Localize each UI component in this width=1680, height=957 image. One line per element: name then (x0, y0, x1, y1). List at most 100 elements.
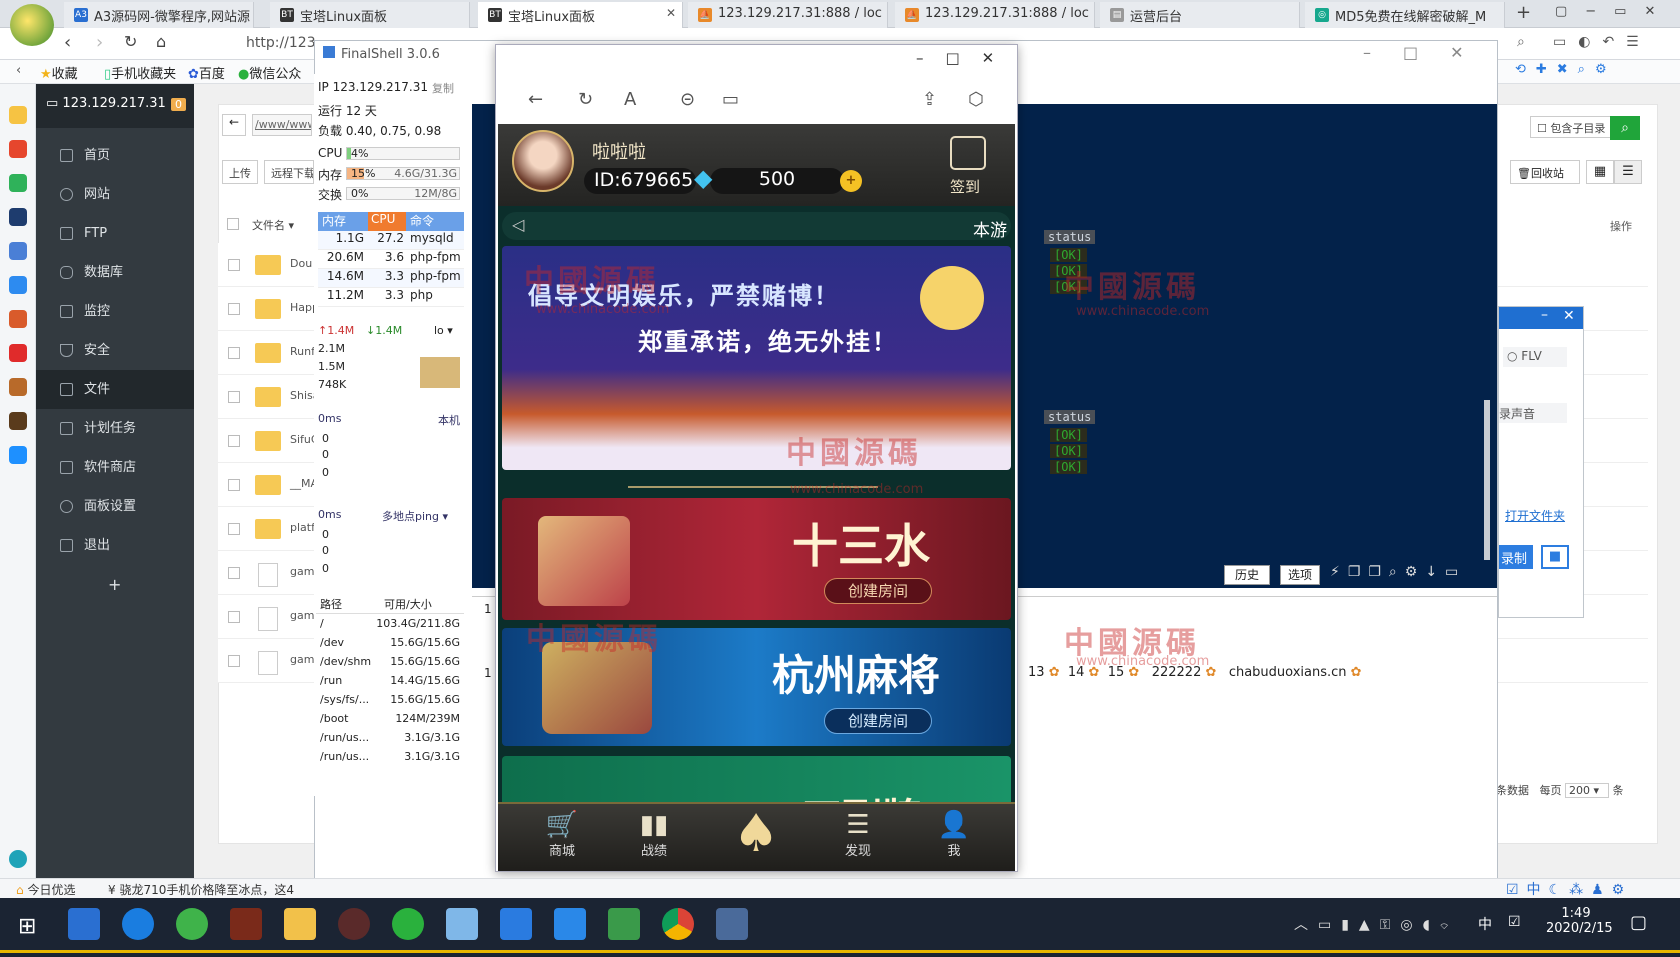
row-checkbox[interactable] (228, 655, 240, 667)
record-audio-option[interactable]: 录声音 (1499, 403, 1567, 423)
nav-play[interactable]: ♠ (724, 804, 788, 864)
row-checkbox[interactable] (228, 435, 240, 447)
menu-security[interactable]: 安全 (36, 331, 194, 370)
game-icon[interactable] (9, 412, 27, 430)
browser-icon[interactable] (176, 908, 208, 940)
game-icon[interactable] (9, 310, 27, 328)
back-arrow-icon[interactable]: ← (528, 89, 543, 110)
process-row[interactable]: 14.6M 3.3 php-fpm (318, 269, 464, 288)
message-badge[interactable]: 0 (171, 98, 186, 111)
add-menu-button[interactable]: + (36, 565, 194, 604)
weibo-icon[interactable] (9, 140, 27, 158)
browser-logo-icon[interactable] (10, 4, 54, 46)
disk-row[interactable]: /dev/shm 15.6G/15.6G (316, 652, 464, 671)
path-back-button[interactable]: ← (222, 114, 246, 136)
gear-icon[interactable]: ✿ (1049, 665, 1060, 680)
cube-icon[interactable]: ⬡ (968, 89, 984, 110)
word-app-icon[interactable] (554, 908, 586, 940)
row-checkbox[interactable] (228, 391, 240, 403)
tab-bt-1[interactable]: BT 宝塔Linux面板 (270, 2, 470, 28)
app-icon[interactable] (9, 208, 27, 226)
star-icon[interactable] (9, 106, 27, 124)
news-icon[interactable] (9, 344, 27, 362)
disk-row[interactable]: /run 14.4G/15.6G (316, 671, 464, 690)
nav-discover[interactable]: ☰ 发现 (830, 810, 886, 859)
create-room-button[interactable]: 创建房间 (824, 708, 932, 734)
game-app-icon[interactable] (230, 908, 262, 940)
process-row[interactable]: 20.6M 3.6 php-fpm (318, 250, 464, 269)
row-checkbox[interactable] (228, 259, 240, 271)
calendar-icon[interactable] (950, 136, 986, 170)
disk-row[interactable]: /boot 124M/239M (316, 709, 464, 728)
finalshell-icon[interactable] (716, 908, 748, 940)
k-app-icon[interactable] (122, 908, 154, 940)
search-button[interactable]: ⌕ (1610, 116, 1640, 140)
terminal-scrollbar[interactable] (1484, 400, 1490, 560)
sort-mem-header[interactable]: 内存 (318, 212, 368, 231)
sign-in-button[interactable]: 签到 (950, 176, 980, 197)
search-icon[interactable]: ⌕ (1517, 34, 1525, 50)
window-icon[interactable]: ▭ (722, 89, 739, 110)
create-room-button[interactable]: 创建房间 (824, 578, 932, 604)
menu-settings[interactable]: 面板设置 (36, 487, 194, 526)
menu-website[interactable]: 网站 (36, 175, 194, 214)
add-diamond-button[interactable]: + (840, 170, 862, 192)
game-card-shisanshui[interactable]: 十三水 创建房间 (502, 498, 1011, 620)
path-input[interactable]: /www/www (252, 114, 312, 136)
grid-view-button[interactable]: ▦ (1586, 160, 1614, 184)
favorite-item[interactable]: ★收藏 (40, 63, 78, 82)
close-tab-icon[interactable]: ✕ (666, 6, 676, 20)
nav-records[interactable]: ▮▮ 战绩 (626, 810, 682, 859)
explorer-icon[interactable] (284, 908, 316, 940)
flv-radio[interactable]: ○ FLV (1503, 347, 1567, 367)
video-progress[interactable] (0, 950, 1680, 953)
new-tab-button[interactable]: + (1516, 2, 1531, 23)
ime-toolbar[interactable]: ☑中☾⁂♟⚙ (1506, 879, 1632, 899)
menu-store[interactable]: 软件商店 (36, 448, 194, 487)
ping-multi-target[interactable]: 多地点ping ▾ (382, 508, 448, 524)
daily-picks-link[interactable]: ⌂ 今日优选 (16, 881, 75, 898)
row-checkbox[interactable] (228, 567, 240, 579)
notifications-icon[interactable]: ▢ (1630, 912, 1647, 933)
menu-monitor[interactable]: 监控 (36, 292, 194, 331)
nav-shop[interactable]: 🛒 商城 (534, 810, 590, 859)
command-tab-number[interactable]: 1 (484, 602, 492, 616)
tab-md5[interactable]: ◎ MD5免费在线解密破解_M (1305, 2, 1505, 28)
process-row[interactable]: 1.1G 27.2 mysqld (318, 231, 464, 250)
terminal-tool-icons[interactable]: ⚡❐❐⌕⚙↓▭ (1330, 564, 1466, 580)
disk-row[interactable]: /run/us... 3.1G/3.1G (316, 747, 464, 766)
row-checkbox[interactable] (228, 347, 240, 359)
chat-icon[interactable] (9, 276, 27, 294)
refresh-icon[interactable]: ↻ (124, 32, 137, 51)
nav-me[interactable]: 👤 我 (926, 810, 982, 859)
file-name[interactable]: Dou (290, 257, 312, 270)
clock[interactable]: 1:49 2020/2/15 (1546, 906, 1613, 936)
favorite-item[interactable]: ●微信公众 (238, 63, 301, 82)
disk-row[interactable]: /dev 15.6G/15.6G (316, 633, 464, 652)
file-name[interactable]: gam (290, 653, 314, 666)
recycle-bin-button[interactable]: 🗑回收站 (1510, 160, 1580, 184)
file-name[interactable]: gam (290, 609, 314, 622)
chrome-icon[interactable] (662, 908, 694, 940)
toolbar-icons[interactable]: ▭◐↶☰ (1553, 34, 1651, 50)
history-button[interactable]: 历史 (1224, 565, 1270, 585)
per-page-select[interactable]: 200 ▾ (1565, 783, 1609, 798)
address-bar[interactable]: http://123 (206, 32, 316, 56)
column-filename[interactable]: 文件名 ▾ (252, 217, 294, 233)
disk-row[interactable]: / 103.4G/211.8G (316, 614, 464, 633)
options-button[interactable]: 选项 (1280, 565, 1320, 585)
tab-bt-2[interactable]: BT 宝塔Linux面板 ✕ (478, 2, 683, 28)
avatar[interactable] (512, 130, 574, 192)
row-checkbox[interactable] (228, 303, 240, 315)
sort-cmd-header[interactable]: 命令 (406, 212, 434, 231)
dialog-close-icon[interactable]: ✕ (1563, 308, 1575, 324)
header-checkbox[interactable] (227, 218, 239, 230)
sort-cpu-header[interactable]: CPU (368, 212, 406, 231)
collapse-sidebar-icon[interactable]: ‹ (16, 63, 21, 78)
disk-row[interactable]: /sys/fs/... 15.6G/15.6G (316, 690, 464, 709)
row-checkbox[interactable] (228, 523, 240, 535)
share-icon[interactable]: ⇪ (922, 89, 937, 110)
list-view-button[interactable]: ☰ (1614, 160, 1642, 184)
row-checkbox[interactable] (228, 479, 240, 491)
upload-button[interactable]: 上传 (222, 160, 258, 184)
